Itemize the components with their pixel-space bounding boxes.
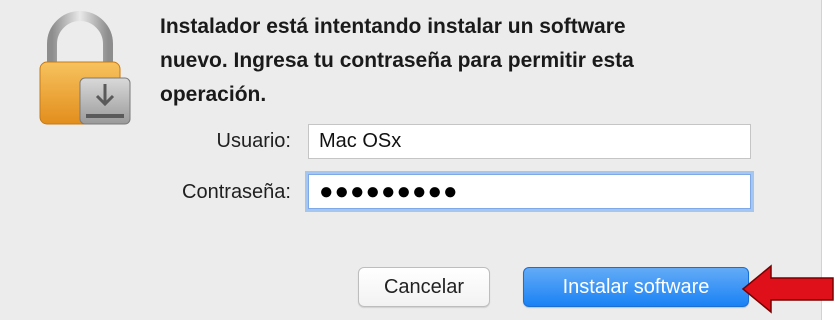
password-dots: ●●●●●●●●●	[319, 177, 459, 205]
message-line-1: Instalador está intentando instalar un s…	[160, 15, 626, 38]
red-arrow-pointer-icon	[741, 264, 834, 314]
message-line-3: operación.	[160, 83, 267, 106]
lock-installer-icon	[39, 11, 131, 125]
username-field[interactable]: Mac OSx	[308, 124, 751, 159]
username-value: Mac OSx	[319, 130, 402, 152]
auth-dialog: Instalador está intentando instalar un s…	[0, 0, 822, 320]
dialog-message: Instalador está intentando instalar un s…	[160, 10, 760, 112]
password-field[interactable]: ●●●●●●●●●	[308, 174, 751, 209]
password-label: Contraseña:	[182, 181, 291, 203]
username-label: Usuario:	[216, 130, 291, 152]
install-software-button[interactable]: Instalar software	[523, 267, 749, 307]
cancel-button[interactable]: Cancelar	[358, 267, 490, 307]
message-line-2: nuevo. Ingresa tu contraseña para permit…	[160, 49, 634, 72]
